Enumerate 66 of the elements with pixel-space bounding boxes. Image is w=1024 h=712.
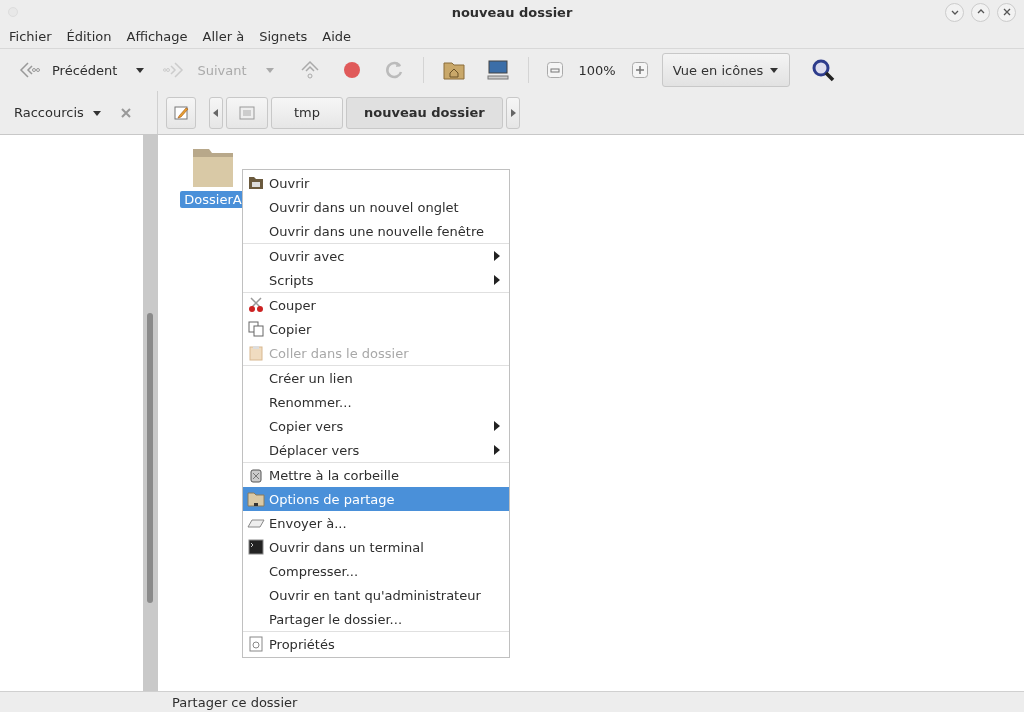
menu-item[interactable]: Aller à <box>202 28 245 44</box>
trash-icon <box>248 467 264 483</box>
minimize-icon[interactable] <box>945 2 964 22</box>
scissors-icon <box>248 297 264 313</box>
context-menu-item[interactable]: Déplacer vers <box>243 438 509 462</box>
drive-icon <box>239 105 255 120</box>
back-arrow-icon <box>18 61 40 79</box>
maximize-icon[interactable] <box>971 2 990 22</box>
context-menu-item[interactable]: Ouvrir <box>243 171 509 195</box>
window-title: nouveau dossier <box>451 4 573 20</box>
zoom-in-button[interactable] <box>631 62 648 78</box>
status-text: Partager ce dossier <box>172 694 298 710</box>
context-menu-item[interactable]: Copier <box>243 317 509 341</box>
caret-icon[interactable] <box>135 66 146 74</box>
folder-icon <box>248 176 264 190</box>
context-menu-item[interactable]: Envoyer à... <box>243 511 509 535</box>
zoom-level: 100% <box>577 62 617 78</box>
sidebar-title[interactable]: Raccourcis <box>14 105 84 120</box>
left-arrow-icon <box>213 108 219 117</box>
forward-arrow-icon <box>163 61 186 79</box>
submenu-arrow-icon <box>494 445 500 455</box>
submenu-arrow-icon <box>494 275 500 285</box>
back-button[interactable]: Précédent <box>14 61 122 79</box>
search-icon[interactable] <box>810 57 837 83</box>
path-button[interactable]: tmp <box>271 96 343 129</box>
menu-item[interactable]: Aide <box>322 28 352 44</box>
context-menu-item[interactable]: Ouvrir dans un terminal <box>243 535 509 559</box>
scroll-left-button[interactable] <box>209 96 223 129</box>
context-menu-item[interactable]: Scripts <box>243 268 509 292</box>
pencil-icon <box>173 104 189 121</box>
context-menu-item[interactable]: Mettre à la corbeille <box>243 463 509 487</box>
scroll-right-button[interactable] <box>505 96 520 129</box>
folder-icon <box>247 491 265 507</box>
context-menu-item[interactable]: Ouvrir avec <box>243 244 509 268</box>
scrollbar-thumb[interactable] <box>147 313 153 603</box>
menu-item[interactable]: Édition <box>66 28 112 44</box>
zoom-out-button[interactable] <box>546 62 563 78</box>
context-menu-item[interactable]: Couper <box>243 293 509 317</box>
context-menu-item[interactable]: Ouvrir en tant qu'administrateur <box>243 583 509 607</box>
caret-icon <box>769 66 780 74</box>
context-menu-item[interactable]: Créer un lien <box>243 366 509 390</box>
right-arrow-icon <box>509 108 516 117</box>
menu-item[interactable]: Affichage <box>126 28 188 44</box>
document-icon <box>248 636 264 652</box>
context-menu-item[interactable]: Renommer... <box>243 390 509 414</box>
context-menu-item[interactable]: Partager le dossier... <box>243 607 509 631</box>
caret-icon[interactable] <box>91 108 102 117</box>
context-menu-item[interactable]: Propriétés <box>243 632 509 656</box>
view-mode-dropdown[interactable]: Vue en icônes <box>661 53 791 87</box>
close-icon[interactable] <box>997 2 1016 22</box>
paper-plane-icon <box>247 517 265 529</box>
home-folder-icon[interactable] <box>441 59 466 81</box>
submenu-arrow-icon <box>494 421 500 431</box>
edit-location-button[interactable] <box>166 96 196 129</box>
menu-item[interactable]: Fichier <box>9 28 52 44</box>
computer-icon[interactable] <box>485 59 510 81</box>
context-menu-item[interactable]: Compresser... <box>243 559 509 583</box>
context-menu-item[interactable]: Ouvrir dans une nouvelle fenêtre <box>243 219 509 243</box>
menu-item[interactable]: Signets <box>259 28 308 44</box>
submenu-arrow-icon <box>494 251 500 261</box>
terminal-icon <box>248 539 264 555</box>
path-button[interactable]: nouveau dossier <box>346 96 503 129</box>
clipboard-icon <box>248 345 264 361</box>
copy-icon <box>248 321 264 337</box>
context-menu-item[interactable]: Ouvrir dans un nouvel onglet <box>243 195 509 219</box>
context-menu-item[interactable]: Copier vers <box>243 414 509 438</box>
